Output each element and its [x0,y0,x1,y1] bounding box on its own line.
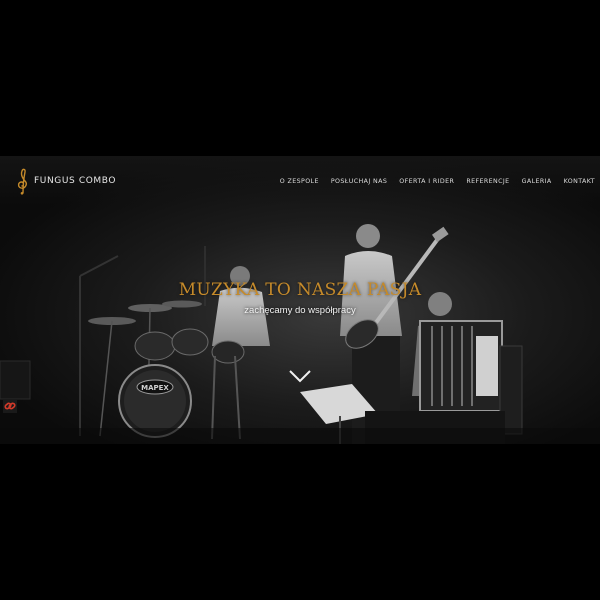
chevron-down-icon[interactable] [288,368,312,384]
main-menu: O ZESPOLE POSŁUCHAJ NAS OFERTA I RIDER R… [268,178,595,185]
hero-title: MUZYKA TO NASZA PASJA [178,280,422,300]
nav-item-oferta-i-rider[interactable]: OFERTA I RIDER [399,178,454,185]
nav-item-kontakt[interactable]: KONTAKT [564,178,595,185]
nav-item-posluchaj-nas[interactable]: POSŁUCHAJ NAS [331,178,387,185]
link-chain-icon[interactable] [3,399,17,413]
brand-home-link[interactable]: FUNGUS COMBO [13,167,116,195]
nav-item-referencje[interactable]: REFERENCJE [466,178,509,185]
website-viewport: MAPEX FUNGUS COMBO O ZESPOLE POSŁUCHAJ N… [0,156,600,444]
hero-subtitle: zachęcamy do współpracy [244,305,356,316]
nav-item-o-zespole[interactable]: O ZESPOLE [280,178,319,185]
brand-name: FUNGUS COMBO [34,176,117,186]
treble-clef-logo-icon [17,168,27,195]
top-navbar: FUNGUS COMBO O ZESPOLE POSŁUCHAJ NAS OFE… [0,156,600,206]
drum-brand-label: MAPEX [141,384,169,392]
nav-item-galeria[interactable]: GALERIA [522,178,552,185]
